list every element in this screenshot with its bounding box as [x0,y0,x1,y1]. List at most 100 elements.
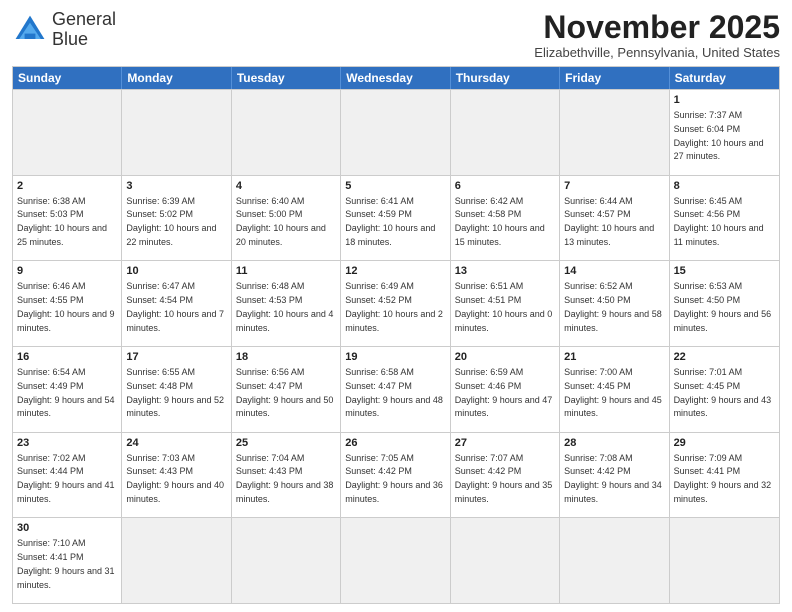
cal-cell-1-2 [122,90,231,175]
day-number: 13 [455,264,555,279]
cal-cell-1-3 [232,90,341,175]
cal-cell-4-1: 16 Sunrise: 6:54 AMSunset: 4:49 PMDayligh… [13,347,122,432]
cal-cell-6-4 [341,518,450,603]
day-number: 18 [236,350,336,365]
cal-cell-1-4 [341,90,450,175]
header-wednesday: Wednesday [341,67,450,89]
sun-info: Sunrise: 7:05 AMSunset: 4:42 PMDaylight:… [345,453,443,504]
cal-cell-6-3 [232,518,341,603]
sun-info: Sunrise: 7:02 AMSunset: 4:44 PMDaylight:… [17,453,115,504]
day-number: 5 [345,179,445,194]
day-number: 24 [126,436,226,451]
cal-cell-3-7: 15Sunrise: 6:53 AMSunset: 4:50 PMDayligh… [670,261,779,346]
sun-info: Sunrise: 6:44 AMSunset: 4:57 PMDaylight:… [564,196,654,247]
logo-line2: Blue [52,30,116,50]
cal-cell-2-7: 8 Sunrise: 6:45 AMSunset: 4:56 PMDaylight… [670,176,779,261]
sun-info: Sunrise: 7:00 AMSunset: 4:45 PMDaylight:… [564,367,662,418]
cal-cell-2-2: 3Sunrise: 6:39 AMSunset: 5:02 PMDaylight… [122,176,231,261]
sun-info: Sunrise: 6:52 AMSunset: 4:50 PMDaylight:… [564,281,662,332]
sun-info: Sunrise: 7:04 AMSunset: 4:43 PMDaylight:… [236,453,334,504]
header-sunday: Sunday [13,67,122,89]
sun-info: Sunrise: 6:38 AMSunset: 5:03 PMDaylight:… [17,196,107,247]
sun-info: Sunrise: 6:54 AMSunset: 4:49 PMDaylight:… [17,367,115,418]
day-number: 11 [236,264,336,279]
week-row-5: 23 Sunrise: 7:02 AMSunset: 4:44 PMDayligh… [13,432,779,518]
cal-cell-3-6: 14Sunrise: 6:52 AMSunset: 4:50 PMDayligh… [560,261,669,346]
day-number: 1 [674,93,775,108]
day-number: 21 [564,350,664,365]
sun-info: Sunrise: 7:03 AMSunset: 4:43 PMDaylight:… [126,453,224,504]
cal-cell-2-6: 7Sunrise: 6:44 AMSunset: 4:57 PMDaylight… [560,176,669,261]
cal-cell-4-2: 17 Sunrise: 6:55 AMSunset: 4:48 PMDayligh… [122,347,231,432]
sun-info: Sunrise: 7:08 AMSunset: 4:42 PMDaylight:… [564,453,662,504]
week-row-2: 2Sunrise: 6:38 AMSunset: 5:03 PMDaylight… [13,175,779,261]
sun-info: Sunrise: 6:55 AMSunset: 4:48 PMDaylight:… [126,367,224,418]
cal-cell-4-3: 18 Sunrise: 6:56 AMSunset: 4:47 PMDayligh… [232,347,341,432]
cal-cell-4-5: 20Sunrise: 6:59 AMSunset: 4:46 PMDayligh… [451,347,560,432]
sun-info: Sunrise: 6:56 AMSunset: 4:47 PMDaylight:… [236,367,334,418]
cal-cell-4-4: 19 Sunrise: 6:58 AMSunset: 4:47 PMDayligh… [341,347,450,432]
header-tuesday: Tuesday [232,67,341,89]
page: General Blue November 2025 Elizabethvill… [0,0,792,612]
day-number: 10 [126,264,226,279]
day-number: 15 [674,264,775,279]
sun-info: Sunrise: 7:01 AMSunset: 4:45 PMDaylight:… [674,367,772,418]
header-monday: Monday [122,67,231,89]
cal-cell-3-2: 10Sunrise: 6:47 AMSunset: 4:54 PMDayligh… [122,261,231,346]
week-row-6: 30 Sunrise: 7:10 AMSunset: 4:41 PMDayligh… [13,517,779,603]
cal-cell-5-2: 24 Sunrise: 7:03 AMSunset: 4:43 PMDayligh… [122,433,231,518]
cal-cell-5-3: 25Sunrise: 7:04 AMSunset: 4:43 PMDayligh… [232,433,341,518]
day-number: 4 [236,179,336,194]
cal-cell-6-2 [122,518,231,603]
sun-info: Sunrise: 6:46 AMSunset: 4:55 PMDaylight:… [17,281,115,332]
sun-info: Sunrise: 6:45 AMSunset: 4:56 PMDaylight:… [674,196,764,247]
cal-cell-2-1: 2Sunrise: 6:38 AMSunset: 5:03 PMDaylight… [13,176,122,261]
logo-line1: General [52,10,116,30]
cal-cell-4-6: 21 Sunrise: 7:00 AMSunset: 4:45 PMDayligh… [560,347,669,432]
sun-info: Sunrise: 6:42 AMSunset: 4:58 PMDaylight:… [455,196,545,247]
title-block: November 2025 Elizabethville, Pennsylvan… [534,10,780,60]
day-number: 16 [17,350,117,365]
week-row-1: 1 Sunrise: 7:37 AMSunset: 6:04 PMDaylight… [13,89,779,175]
day-number: 8 [674,179,775,194]
day-number: 9 [17,264,117,279]
header-friday: Friday [560,67,669,89]
day-number: 20 [455,350,555,365]
sun-info: Sunrise: 6:49 AMSunset: 4:52 PMDaylight:… [345,281,443,332]
cal-cell-6-5 [451,518,560,603]
day-number: 6 [455,179,555,194]
sun-info: Sunrise: 7:09 AMSunset: 4:41 PMDaylight:… [674,453,772,504]
sun-info: Sunrise: 6:40 AMSunset: 5:00 PMDaylight:… [236,196,326,247]
calendar-body: 1 Sunrise: 7:37 AMSunset: 6:04 PMDaylight… [13,89,779,603]
cal-cell-3-5: 13 Sunrise: 6:51 AMSunset: 4:51 PMDayligh… [451,261,560,346]
cal-cell-3-4: 12 Sunrise: 6:49 AMSunset: 4:52 PMDayligh… [341,261,450,346]
sun-info: Sunrise: 7:10 AMSunset: 4:41 PMDaylight:… [17,538,115,589]
sun-info: Sunrise: 6:51 AMSunset: 4:51 PMDaylight:… [455,281,553,332]
cal-cell-5-4: 26Sunrise: 7:05 AMSunset: 4:42 PMDayligh… [341,433,450,518]
day-number: 12 [345,264,445,279]
day-number: 27 [455,436,555,451]
day-number: 19 [345,350,445,365]
week-row-3: 9 Sunrise: 6:46 AMSunset: 4:55 PMDaylight… [13,260,779,346]
cal-cell-6-7 [670,518,779,603]
day-number: 30 [17,521,117,536]
cal-cell-2-3: 4 Sunrise: 6:40 AMSunset: 5:00 PMDaylight… [232,176,341,261]
day-number: 23 [17,436,117,451]
cal-cell-4-7: 22 Sunrise: 7:01 AMSunset: 4:45 PMDayligh… [670,347,779,432]
cal-cell-6-6 [560,518,669,603]
week-row-4: 16 Sunrise: 6:54 AMSunset: 4:49 PMDayligh… [13,346,779,432]
sun-info: Sunrise: 6:48 AMSunset: 4:53 PMDaylight:… [236,281,334,332]
calendar: Sunday Monday Tuesday Wednesday Thursday… [12,66,780,604]
cal-cell-3-1: 9 Sunrise: 6:46 AMSunset: 4:55 PMDaylight… [13,261,122,346]
cal-cell-1-5 [451,90,560,175]
sun-info: Sunrise: 6:58 AMSunset: 4:47 PMDaylight:… [345,367,443,418]
logo: General Blue [12,10,116,50]
sun-info: Sunrise: 6:41 AMSunset: 4:59 PMDaylight:… [345,196,435,247]
day-number: 28 [564,436,664,451]
sun-info: Sunrise: 6:39 AMSunset: 5:02 PMDaylight:… [126,196,216,247]
day-number: 22 [674,350,775,365]
sun-info: Sunrise: 7:37 AMSunset: 6:04 PMDaylight:… [674,110,764,161]
header: General Blue November 2025 Elizabethvill… [12,10,780,60]
day-number: 17 [126,350,226,365]
cal-cell-5-1: 23 Sunrise: 7:02 AMSunset: 4:44 PMDayligh… [13,433,122,518]
